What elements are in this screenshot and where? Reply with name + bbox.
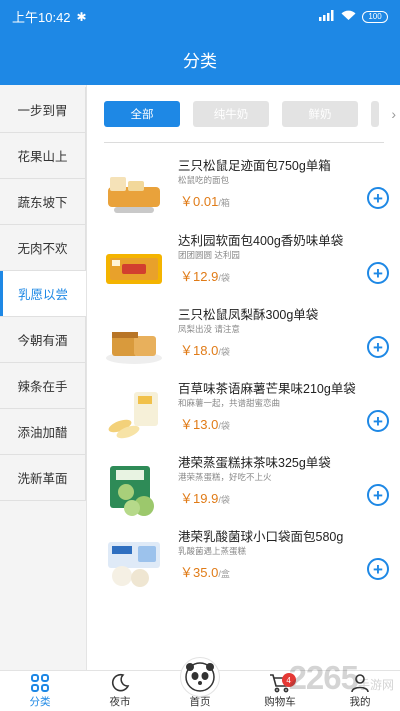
sidebar-item-5[interactable]: 今朝有酒: [0, 317, 86, 363]
product-name: 三只松鼠凤梨酥300g单袋: [178, 308, 319, 322]
product-item[interactable]: 三只松鼠凤梨酥300g单袋 凤梨出没 请注意 ￥18.0/袋 +: [104, 304, 389, 378]
status-bar: 上午10:42 ✱ 100: [0, 0, 400, 33]
add-to-cart-button[interactable]: +: [367, 262, 389, 284]
sidebar-item-label: 无肉不欢: [17, 242, 68, 256]
filter-chip-all[interactable]: 全部: [104, 101, 180, 127]
wifi-icon: [341, 10, 356, 24]
product-item[interactable]: 百草味茶语麻薯芒果味210g单袋 和麻薯一起，共谱甜蜜恋曲 ￥13.0/袋 +: [104, 378, 389, 452]
tab-label: 夜市: [109, 696, 131, 708]
filter-chip-pure-milk[interactable]: 纯牛奶: [193, 101, 269, 127]
product-desc: 乳酸菌遇上蒸蛋糕: [178, 546, 247, 556]
sidebar-item-label: 乳愿以尝: [17, 288, 68, 302]
divider: [104, 142, 384, 143]
chevron-right-icon[interactable]: ›: [391, 101, 396, 127]
sidebar-item-label: 花果山上: [17, 150, 68, 164]
price-value: ￥13.0: [180, 417, 219, 432]
battery-level: 100: [368, 12, 382, 21]
price-value: ￥19.9: [180, 491, 219, 506]
sidebar-item-8[interactable]: 洗新革面: [0, 455, 86, 501]
product-name: 三只松鼠足迹面包750g单箱: [178, 159, 331, 173]
tab-home[interactable]: 首页: [160, 657, 240, 711]
product-desc: 凤梨出没 请注意: [178, 324, 240, 334]
price-value: ￥18.0: [180, 343, 219, 358]
signal-icon: [319, 9, 335, 24]
product-price: ￥13.0/袋: [180, 414, 230, 433]
filter-chip-fresh-milk[interactable]: 鲜奶: [282, 101, 358, 127]
product-image: [104, 388, 164, 444]
sidebar-item-4-active[interactable]: 乳愿以尝: [0, 271, 86, 317]
tab-category[interactable]: 分类: [0, 671, 80, 711]
moon-icon: [110, 672, 130, 694]
product-item[interactable]: 港荣蒸蛋糕抹茶味325g单袋 港荣蒸蛋糕，好吃不上火 ￥19.9/袋 +: [104, 452, 389, 526]
add-to-cart-button[interactable]: +: [367, 187, 389, 209]
sidebar-item-6[interactable]: 辣条在手: [0, 363, 86, 409]
product-price: ￥18.0/袋: [180, 340, 230, 359]
product-content: 全部 纯牛奶 鲜奶 › 三只松鼠足迹面包750g单箱 松鼠吃的面包 ￥0.01/…: [88, 85, 400, 670]
product-price: ￥0.01/箱: [180, 191, 230, 210]
add-to-cart-button[interactable]: +: [367, 558, 389, 580]
sidebar-item-2[interactable]: 蔬东坡下: [0, 179, 86, 225]
product-image: [104, 536, 164, 592]
add-to-cart-button[interactable]: +: [367, 336, 389, 358]
status-time: 上午10:42: [12, 10, 71, 25]
product-name: 达利园软面包400g香奶味单袋: [178, 234, 344, 248]
product-desc: 和麻薯一起，共谱甜蜜恋曲: [178, 398, 281, 408]
product-desc: 团团圆圆 达利园: [178, 250, 240, 260]
product-image: [104, 165, 164, 221]
grid-icon: [30, 672, 50, 694]
product-image: [104, 462, 164, 518]
watermark-brand: 2265: [288, 659, 359, 696]
panda-icon: [180, 657, 220, 697]
product-item[interactable]: 达利园软面包400g香奶味单袋 团团圆圆 达利园 ￥12.9/袋 +: [104, 230, 389, 304]
price-value: ￥0.01: [180, 194, 219, 209]
category-sidebar: 一步到胃 花果山上 蔬东坡下 无肉不欢 乳愿以尝 今朝有酒 辣条在手 添油加醋 …: [0, 85, 87, 670]
price-unit: /袋: [218, 421, 230, 431]
product-price: ￥19.9/袋: [180, 488, 230, 507]
filter-chip-partial[interactable]: [371, 101, 379, 127]
sidebar-item-1[interactable]: 花果山上: [0, 133, 86, 179]
product-desc: 港荣蒸蛋糕，好吃不上火: [178, 472, 272, 482]
filter-chips: 全部 纯牛奶 鲜奶 ›: [104, 101, 400, 127]
sidebar-item-label: 辣条在手: [17, 380, 68, 394]
product-name: 港荣乳酸菌球小口袋面包580g: [178, 530, 344, 544]
product-name: 百草味茶语麻薯芒果味210g单袋: [178, 382, 356, 396]
product-image: [104, 314, 164, 370]
product-image: [104, 240, 164, 296]
bluetooth-icon: ✱: [76, 9, 87, 24]
watermark-suffix: 手游网: [357, 678, 394, 692]
price-unit: /箱: [218, 198, 230, 208]
add-to-cart-button[interactable]: +: [367, 410, 389, 432]
sidebar-item-label: 一步到胃: [17, 104, 68, 118]
sidebar-item-label: 添油加醋: [17, 426, 68, 440]
add-to-cart-button[interactable]: +: [367, 484, 389, 506]
product-desc: 松鼠吃的面包: [178, 175, 230, 185]
battery-icon: 100: [362, 10, 388, 23]
product-price: ￥12.9/袋: [180, 266, 230, 285]
price-unit: /袋: [218, 273, 230, 283]
price-value: ￥35.0: [180, 565, 219, 580]
product-item[interactable]: 港荣乳酸菌球小口袋面包580g 乳酸菌遇上蒸蛋糕 ￥35.0/盒 +: [104, 526, 389, 600]
product-price: ￥35.0/盒: [180, 562, 230, 581]
price-unit: /袋: [218, 495, 230, 505]
sidebar-item-label: 洗新革面: [17, 472, 68, 486]
price-value: ￥12.9: [180, 269, 219, 284]
product-name: 港荣蒸蛋糕抹茶味325g单袋: [178, 456, 331, 470]
sidebar-item-3[interactable]: 无肉不欢: [0, 225, 86, 271]
page-title: 分类: [183, 51, 217, 71]
sidebar-item-0[interactable]: 一步到胃: [0, 87, 86, 133]
watermark-logo: 2265手游网: [289, 659, 394, 697]
price-unit: /盒: [218, 569, 230, 579]
sidebar-item-7[interactable]: 添油加醋: [0, 409, 86, 455]
sidebar-item-label: 蔬东坡下: [17, 196, 68, 210]
product-item[interactable]: 三只松鼠足迹面包750g单箱 松鼠吃的面包 ￥0.01/箱 +: [104, 155, 389, 229]
price-unit: /袋: [218, 347, 230, 357]
sidebar-item-label: 今朝有酒: [17, 334, 68, 348]
tab-label: 分类: [29, 696, 51, 708]
tab-night-market[interactable]: 夜市: [80, 671, 160, 711]
nav-bar: 分类: [0, 33, 400, 85]
